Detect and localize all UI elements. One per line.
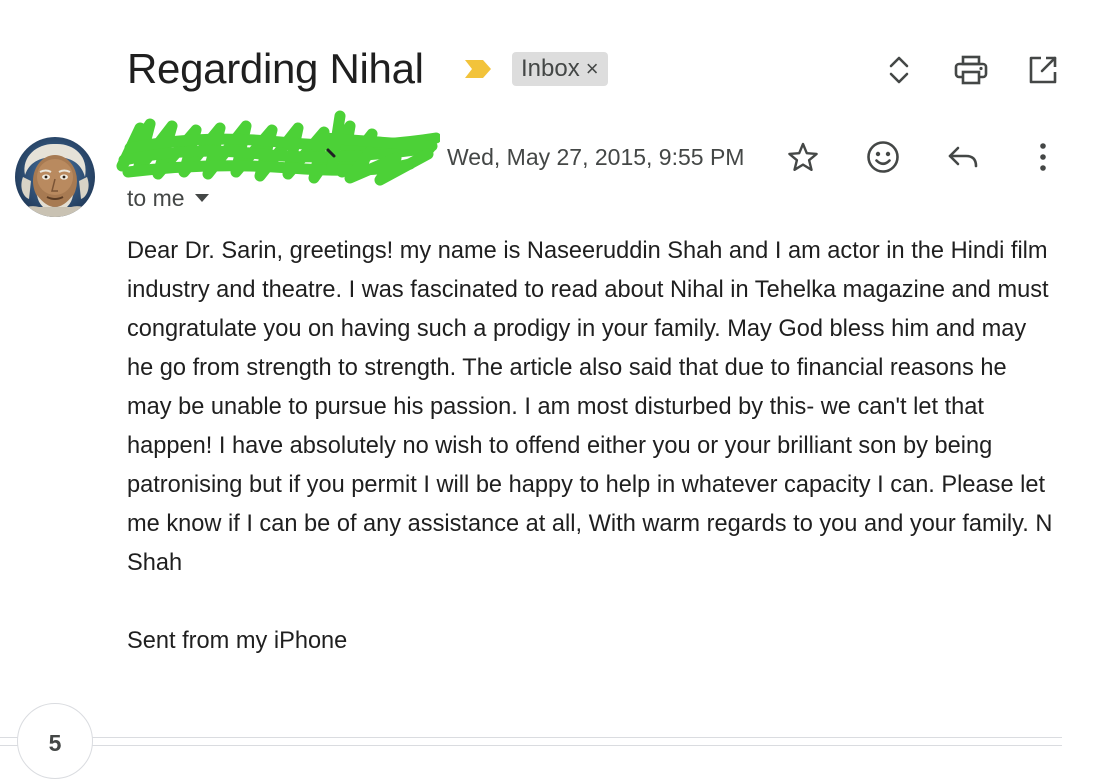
inbox-label-chip: Inbox × [512,52,608,86]
emoji-reaction-icon[interactable] [863,137,903,177]
remove-label-button[interactable]: × [586,58,599,80]
message-body: Dear Dr. Sarin, greetings! my name is Na… [127,238,1053,576]
thread-divider-bottom [0,745,1062,746]
message-signature: Sent from my iPhone [127,628,348,654]
redacted-sender-name [116,110,440,186]
open-new-window-icon[interactable] [1023,50,1063,90]
message-date: Wed, May 27, 2015, 9:55 PM [447,144,745,170]
star-icon[interactable] [783,137,823,177]
sender-avatar[interactable] [15,137,95,217]
recipient-label: to me [127,185,185,211]
reply-icon[interactable] [943,137,983,177]
expand-collapse-icon[interactable] [879,50,919,90]
collapsed-count-label: 5 [48,730,62,756]
recipient-details-toggle[interactable]: to me [127,184,209,212]
importance-marker-icon[interactable] [463,58,493,80]
print-icon[interactable] [951,50,991,90]
collapsed-messages-count[interactable]: 5 [17,703,93,779]
email-subject: Regarding Nihal [127,45,424,92]
inbox-label-text: Inbox [521,55,580,82]
dropdown-arrow-icon [194,194,209,202]
thread-divider-top [0,737,1062,738]
more-options-icon[interactable] [1023,137,1063,177]
